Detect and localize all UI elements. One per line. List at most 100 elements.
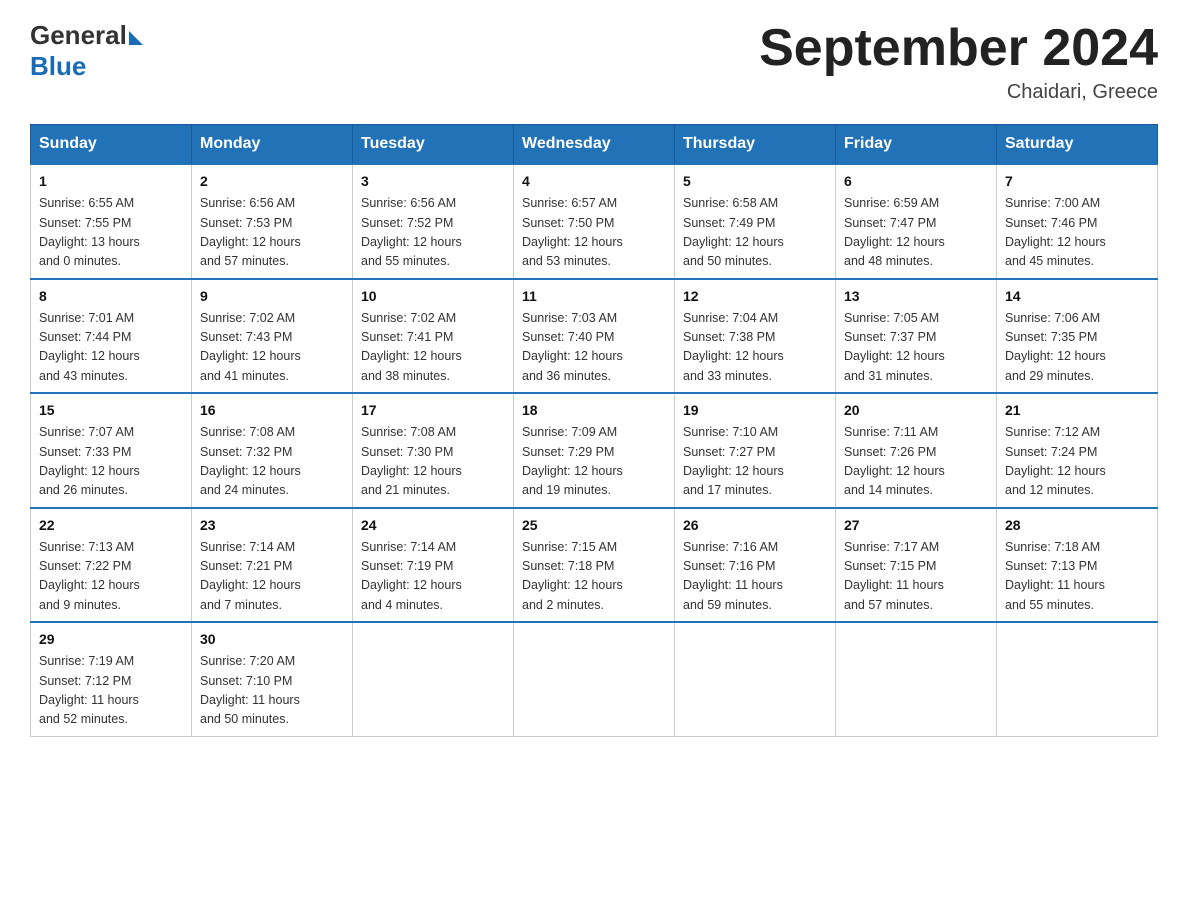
calendar-week-row: 22 Sunrise: 7:13 AMSunset: 7:22 PMDayligh… xyxy=(31,508,1158,623)
day-info: Sunrise: 7:12 AMSunset: 7:24 PMDaylight:… xyxy=(1005,425,1106,497)
header-wednesday: Wednesday xyxy=(514,125,675,165)
calendar-week-row: 29 Sunrise: 7:19 AMSunset: 7:12 PMDayligh… xyxy=(31,622,1158,736)
calendar-week-row: 1 Sunrise: 6:55 AMSunset: 7:55 PMDaylight… xyxy=(31,164,1158,279)
table-row xyxy=(353,622,514,736)
page-header: General Blue September 2024 Chaidari, Gr… xyxy=(30,20,1158,104)
table-row: 23 Sunrise: 7:14 AMSunset: 7:21 PMDayligh… xyxy=(192,508,353,623)
day-headers-row: Sunday Monday Tuesday Wednesday Thursday… xyxy=(31,125,1158,165)
table-row: 2Sunrise: 6:56 AMSunset: 7:53 PMDaylight… xyxy=(192,164,353,279)
day-number: 24 xyxy=(361,515,505,536)
table-row: 9 Sunrise: 7:02 AMSunset: 7:43 PMDaylight… xyxy=(192,279,353,394)
title-block: September 2024 Chaidari, Greece xyxy=(759,20,1158,104)
calendar-table: Sunday Monday Tuesday Wednesday Thursday… xyxy=(30,124,1158,737)
day-info: Sunrise: 7:18 AMSunset: 7:13 PMDaylight:… xyxy=(1005,540,1105,612)
day-number: 11 xyxy=(522,286,666,307)
day-info: Sunrise: 7:06 AMSunset: 7:35 PMDaylight:… xyxy=(1005,311,1106,383)
table-row: 16 Sunrise: 7:08 AMSunset: 7:32 PMDayligh… xyxy=(192,393,353,508)
day-number: 25 xyxy=(522,515,666,536)
day-number: 16 xyxy=(200,400,344,421)
table-row: 15 Sunrise: 7:07 AMSunset: 7:33 PMDayligh… xyxy=(31,393,192,508)
day-info: Sunrise: 6:57 AMSunset: 7:50 PMDaylight:… xyxy=(522,196,623,268)
table-row: 1 Sunrise: 6:55 AMSunset: 7:55 PMDaylight… xyxy=(31,164,192,279)
location: Chaidari, Greece xyxy=(759,81,1158,104)
table-row: 3 Sunrise: 6:56 AMSunset: 7:52 PMDaylight… xyxy=(353,164,514,279)
day-info: Sunrise: 7:02 AMSunset: 7:43 PMDaylight:… xyxy=(200,311,301,383)
day-info: Sunrise: 7:04 AMSunset: 7:38 PMDaylight:… xyxy=(683,311,784,383)
header-sunday: Sunday xyxy=(31,125,192,165)
day-info: Sunrise: 6:55 AMSunset: 7:55 PMDaylight:… xyxy=(39,196,140,268)
calendar-week-row: 8 Sunrise: 7:01 AMSunset: 7:44 PMDaylight… xyxy=(31,279,1158,394)
day-number: 3 xyxy=(361,171,505,192)
day-info: Sunrise: 6:56 AMSunset: 7:52 PMDaylight:… xyxy=(361,196,462,268)
day-info: Sunrise: 6:59 AMSunset: 7:47 PMDaylight:… xyxy=(844,196,945,268)
day-number: 20 xyxy=(844,400,988,421)
day-number: 19 xyxy=(683,400,827,421)
day-number: 27 xyxy=(844,515,988,536)
day-number: 2 xyxy=(200,171,344,192)
day-number: 22 xyxy=(39,515,183,536)
day-info: Sunrise: 7:09 AMSunset: 7:29 PMDaylight:… xyxy=(522,425,623,497)
table-row: 20 Sunrise: 7:11 AMSunset: 7:26 PMDayligh… xyxy=(836,393,997,508)
table-row: 19 Sunrise: 7:10 AMSunset: 7:27 PMDayligh… xyxy=(675,393,836,508)
day-info: Sunrise: 7:08 AMSunset: 7:32 PMDaylight:… xyxy=(200,425,301,497)
day-info: Sunrise: 7:15 AMSunset: 7:18 PMDaylight:… xyxy=(522,540,623,612)
day-number: 1 xyxy=(39,171,183,192)
day-number: 21 xyxy=(1005,400,1149,421)
logo-arrow-icon xyxy=(129,31,143,45)
table-row: 7 Sunrise: 7:00 AMSunset: 7:46 PMDaylight… xyxy=(997,164,1158,279)
day-info: Sunrise: 7:08 AMSunset: 7:30 PMDaylight:… xyxy=(361,425,462,497)
day-number: 29 xyxy=(39,629,183,650)
table-row: 28Sunrise: 7:18 AMSunset: 7:13 PMDayligh… xyxy=(997,508,1158,623)
table-row: 13Sunrise: 7:05 AMSunset: 7:37 PMDayligh… xyxy=(836,279,997,394)
day-info: Sunrise: 7:01 AMSunset: 7:44 PMDaylight:… xyxy=(39,311,140,383)
table-row: 26Sunrise: 7:16 AMSunset: 7:16 PMDayligh… xyxy=(675,508,836,623)
table-row: 8 Sunrise: 7:01 AMSunset: 7:44 PMDaylight… xyxy=(31,279,192,394)
day-info: Sunrise: 7:20 AMSunset: 7:10 PMDaylight:… xyxy=(200,654,300,726)
day-number: 15 xyxy=(39,400,183,421)
table-row: 17 Sunrise: 7:08 AMSunset: 7:30 PMDayligh… xyxy=(353,393,514,508)
day-info: Sunrise: 7:03 AMSunset: 7:40 PMDaylight:… xyxy=(522,311,623,383)
table-row xyxy=(997,622,1158,736)
day-info: Sunrise: 7:02 AMSunset: 7:41 PMDaylight:… xyxy=(361,311,462,383)
table-row: 14 Sunrise: 7:06 AMSunset: 7:35 PMDayligh… xyxy=(997,279,1158,394)
day-info: Sunrise: 7:10 AMSunset: 7:27 PMDaylight:… xyxy=(683,425,784,497)
day-info: Sunrise: 7:00 AMSunset: 7:46 PMDaylight:… xyxy=(1005,196,1106,268)
table-row: 25 Sunrise: 7:15 AMSunset: 7:18 PMDayligh… xyxy=(514,508,675,623)
table-row: 5Sunrise: 6:58 AMSunset: 7:49 PMDaylight… xyxy=(675,164,836,279)
day-info: Sunrise: 7:16 AMSunset: 7:16 PMDaylight:… xyxy=(683,540,783,612)
table-row: 27Sunrise: 7:17 AMSunset: 7:15 PMDayligh… xyxy=(836,508,997,623)
day-info: Sunrise: 7:14 AMSunset: 7:19 PMDaylight:… xyxy=(361,540,462,612)
table-row xyxy=(675,622,836,736)
table-row: 18Sunrise: 7:09 AMSunset: 7:29 PMDayligh… xyxy=(514,393,675,508)
day-number: 6 xyxy=(844,171,988,192)
day-info: Sunrise: 7:14 AMSunset: 7:21 PMDaylight:… xyxy=(200,540,301,612)
day-number: 7 xyxy=(1005,171,1149,192)
logo: General Blue xyxy=(30,20,143,82)
header-friday: Friday xyxy=(836,125,997,165)
table-row: 6 Sunrise: 6:59 AMSunset: 7:47 PMDaylight… xyxy=(836,164,997,279)
day-number: 14 xyxy=(1005,286,1149,307)
day-number: 5 xyxy=(683,171,827,192)
table-row xyxy=(514,622,675,736)
day-number: 23 xyxy=(200,515,344,536)
header-tuesday: Tuesday xyxy=(353,125,514,165)
day-info: Sunrise: 7:05 AMSunset: 7:37 PMDaylight:… xyxy=(844,311,945,383)
logo-blue-text: Blue xyxy=(30,51,86,82)
day-number: 12 xyxy=(683,286,827,307)
calendar-week-row: 15 Sunrise: 7:07 AMSunset: 7:33 PMDayligh… xyxy=(31,393,1158,508)
day-number: 8 xyxy=(39,286,183,307)
day-info: Sunrise: 7:13 AMSunset: 7:22 PMDaylight:… xyxy=(39,540,140,612)
day-info: Sunrise: 7:07 AMSunset: 7:33 PMDaylight:… xyxy=(39,425,140,497)
table-row: 4 Sunrise: 6:57 AMSunset: 7:50 PMDaylight… xyxy=(514,164,675,279)
day-info: Sunrise: 7:11 AMSunset: 7:26 PMDaylight:… xyxy=(844,425,945,497)
table-row: 29 Sunrise: 7:19 AMSunset: 7:12 PMDayligh… xyxy=(31,622,192,736)
table-row: 10Sunrise: 7:02 AMSunset: 7:41 PMDayligh… xyxy=(353,279,514,394)
logo-general-text: General xyxy=(30,20,127,51)
day-number: 4 xyxy=(522,171,666,192)
header-saturday: Saturday xyxy=(997,125,1158,165)
day-number: 9 xyxy=(200,286,344,307)
day-info: Sunrise: 7:19 AMSunset: 7:12 PMDaylight:… xyxy=(39,654,139,726)
table-row xyxy=(836,622,997,736)
day-number: 17 xyxy=(361,400,505,421)
header-monday: Monday xyxy=(192,125,353,165)
